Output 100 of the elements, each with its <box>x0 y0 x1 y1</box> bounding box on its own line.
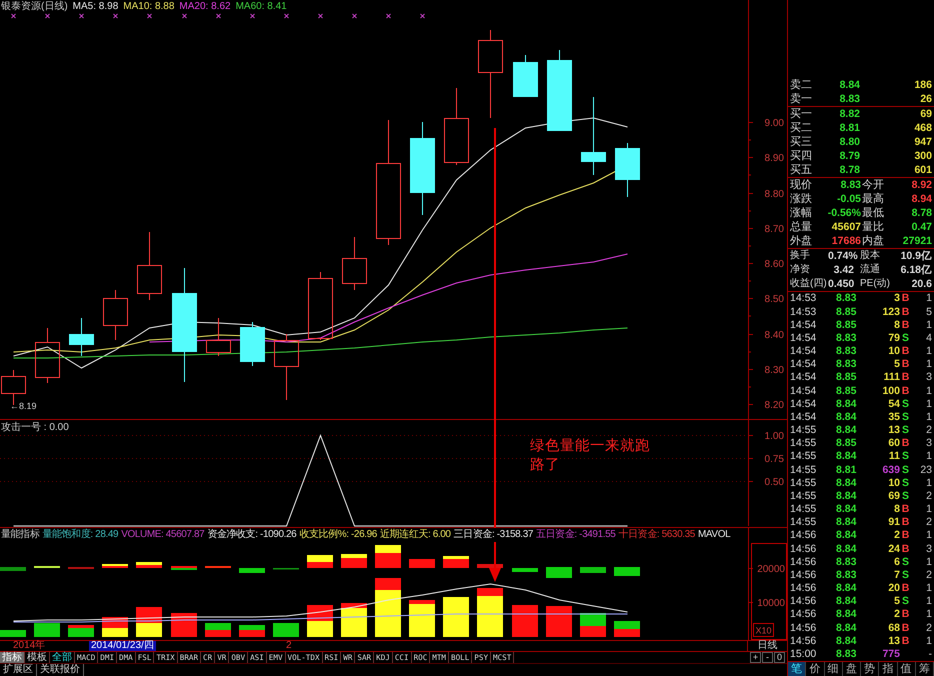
flow-bar <box>307 555 333 568</box>
flow-bar <box>102 564 128 568</box>
trade-count: 1 <box>925 386 932 396</box>
footer-tab[interactable]: 扩展区 <box>0 664 37 676</box>
trade-price: 8.84 <box>836 517 858 528</box>
price-axis-label: 9.00 <box>764 118 784 129</box>
trade-volume: 10 <box>887 478 900 488</box>
indicator-readout: 近期连红天: 6.00 <box>380 530 451 540</box>
volume-bar <box>409 600 435 637</box>
candle <box>137 232 162 300</box>
trade-price: 8.85 <box>836 320 858 330</box>
trade-time: 14:54 <box>790 332 818 344</box>
panel-tab[interactable]: 指标 <box>0 652 25 663</box>
trade-count: 2 <box>925 517 932 528</box>
volume-bar <box>102 617 128 637</box>
price-axis-label: 8.50 <box>764 294 784 305</box>
year-label: 2014年 <box>13 641 46 651</box>
stat-value: 27921 <box>902 236 932 246</box>
trade-volume: 8 <box>893 504 900 515</box>
stat-value: 45607 <box>830 222 861 232</box>
candle <box>206 318 231 356</box>
trade-time: 14:56 <box>790 609 818 620</box>
flow-bar <box>239 568 265 573</box>
flow-bar <box>614 567 640 576</box>
candle <box>35 328 60 384</box>
trade-time: 14:55 <box>790 490 818 502</box>
trade-time: 14:56 <box>790 544 818 554</box>
trade-side: S <box>900 596 910 607</box>
trade-count: 3 <box>925 544 932 554</box>
trade-time: 14:54 <box>790 359 818 370</box>
volume-bar <box>239 625 265 637</box>
x-mark-icon <box>182 14 187 18</box>
trade-count: 23 <box>919 464 932 476</box>
zoom-button[interactable]: + <box>750 652 761 663</box>
x-mark-icon <box>147 14 152 18</box>
trade-count: 3 <box>925 438 932 449</box>
indicator-readout: MAVOL <box>698 530 730 540</box>
quote-price: 8.81 <box>838 122 860 134</box>
price-axis-label: 8.30 <box>764 365 784 376</box>
trade-side: B <box>900 293 910 304</box>
trade-price: 8.84 <box>836 636 858 646</box>
quote-label: 卖一 <box>790 94 813 104</box>
x-mark-icon <box>216 14 221 18</box>
filter-tab[interactable]: 全部 <box>50 652 75 663</box>
trade-count: 1 <box>925 320 932 330</box>
trade-side: B <box>900 609 910 620</box>
chart-title: 银泰资源(日线) <box>1 2 68 12</box>
volume-bar <box>273 623 299 637</box>
volume-bar <box>68 625 94 637</box>
trade-count: 1 <box>925 359 932 370</box>
quote-price: 8.82 <box>838 108 860 120</box>
x-mark-icon <box>318 14 323 18</box>
flow-bar <box>409 559 435 568</box>
trade-time: 14:55 <box>790 438 818 449</box>
trade-side: S <box>900 570 910 580</box>
trade-price: 8.83 <box>836 648 858 660</box>
flow-bar <box>512 568 538 572</box>
indicator-readout: 资金净收支: -1090.26 <box>207 530 296 540</box>
trade-volume: 5 <box>893 359 900 370</box>
trade-time: 14:54 <box>790 346 818 357</box>
view-tab[interactable]: 笔 <box>788 662 806 676</box>
trade-volume: 54 <box>887 398 900 410</box>
quote-label: 买一 <box>790 108 813 120</box>
trade-side: B <box>900 372 910 383</box>
trade-price: 8.83 <box>836 346 858 357</box>
trade-count: 1 <box>925 596 932 607</box>
trade-count: 3 <box>925 372 932 383</box>
stat-label: 今开 <box>861 180 885 190</box>
indicator-readout: 收支比例%: -26.96 <box>299 530 377 540</box>
stat-label: 换手 <box>790 251 811 261</box>
trade-count: 1 <box>925 412 932 422</box>
low-price-label: ←8.19 <box>10 401 37 411</box>
quote-volume: 601 <box>913 164 932 176</box>
panel-tab[interactable]: 模板 <box>25 652 50 663</box>
trade-side: S <box>900 556 910 568</box>
footer-tab[interactable]: 关联报价 <box>37 664 84 676</box>
trade-volume: 111 <box>882 372 900 383</box>
candle <box>513 54 538 97</box>
trade-price: 8.85 <box>836 386 858 396</box>
volume-bar <box>0 630 26 637</box>
x-mark-icon <box>284 14 289 18</box>
trade-time: 14:54 <box>790 386 818 396</box>
view-tab[interactable]: 势 <box>861 662 880 676</box>
trade-price: 8.83 <box>836 332 858 344</box>
zoom-button[interactable]: - <box>762 652 773 663</box>
view-tab[interactable]: 值 <box>898 662 916 676</box>
trade-time: 14:55 <box>790 478 818 488</box>
candle <box>274 334 299 400</box>
trade-price: 8.83 <box>836 570 858 580</box>
flow-bar <box>341 554 367 568</box>
price-axis-label: 8.60 <box>764 259 784 270</box>
view-tab[interactable]: 细 <box>824 662 843 676</box>
flow-bar <box>443 556 469 568</box>
zoom-button[interactable]: 0 <box>774 652 785 663</box>
trade-side: S <box>900 451 910 462</box>
trade-time: 14:56 <box>790 583 818 594</box>
indicator-readout: VOLUME: 45607.87 <box>121 530 204 540</box>
trade-count: 2 <box>925 490 932 502</box>
trade-volume: 775 <box>881 648 900 660</box>
quote-volume: 300 <box>913 150 932 162</box>
